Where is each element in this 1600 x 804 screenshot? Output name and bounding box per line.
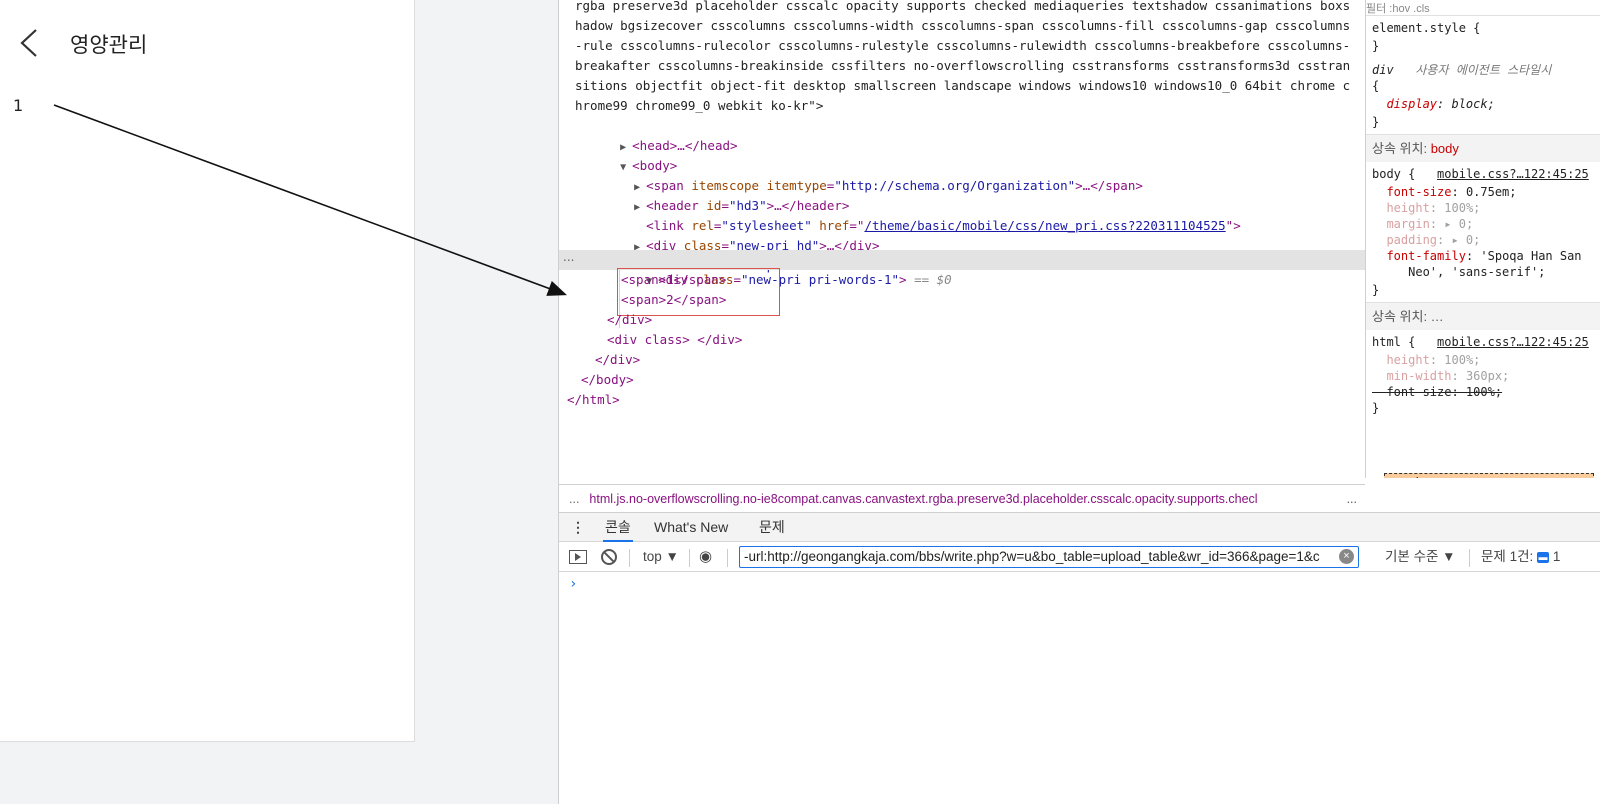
selected-marker: == $0 <box>914 272 952 287</box>
decl-height[interactable]: height: 100%; <box>1372 200 1480 216</box>
console-filter-input[interactable]: -url:http://geongangkaja.com/bbs/write.p… <box>739 546 1359 568</box>
elements-tree: rgba preserve3d placeholder csscalc opac… <box>559 0 1365 478</box>
devtools-panel: rgba preserve3d placeholder csscalc opac… <box>558 0 1600 804</box>
toolbar-divider <box>629 549 630 567</box>
class-attr-line: sitions objectfit object-fit desktop sma… <box>575 78 1351 93</box>
breadcrumb-more-button[interactable]: ... <box>1347 485 1357 512</box>
source-link[interactable]: mobile.css?…122:45:25 <box>1437 335 1589 349</box>
tab-whats-new[interactable]: What's New <box>654 513 728 542</box>
back-chevron-icon[interactable] <box>18 28 40 58</box>
element-style-rule[interactable]: element.style { <box>1372 20 1480 36</box>
class-attr-line: hadow bgsizecover csscolumns csscolumns-… <box>575 18 1351 33</box>
decl-html-font-size-overridden[interactable]: font-size: 100%; <box>1372 384 1502 400</box>
decl-padding[interactable]: padding: ▸ 0; <box>1372 232 1480 248</box>
class-attr-line: breakafter csscolumns-breakinside cssfil… <box>575 58 1351 73</box>
styles-pane: 필터 :hov .cls element.style { } div 사용자 에… <box>1365 0 1600 478</box>
breadcrumb-ellipsis[interactable]: ... <box>569 492 579 506</box>
show-sidebar-icon[interactable] <box>569 550 587 564</box>
console-prompt-icon: › <box>569 576 578 592</box>
word-span-1: 1 <box>13 96 24 115</box>
toolbar-divider <box>689 549 690 567</box>
tab-issues[interactable]: 문제 <box>759 513 785 542</box>
decl-font-family[interactable]: font-family: 'Spoqa Han San <box>1372 248 1581 264</box>
decl-html-height[interactable]: height: 100%; <box>1372 352 1480 368</box>
decl-min-width[interactable]: min-width: 360px; <box>1372 368 1509 384</box>
body-rule-header[interactable]: body { mobile.css?…122:45:25 <box>1372 166 1589 182</box>
styles-filter[interactable]: 필터 :hov .cls <box>1366 0 1600 16</box>
kebab-menu-icon[interactable]: ⋮ <box>571 513 585 542</box>
log-level-select[interactable]: 기본 수준 ▼ <box>1385 548 1456 566</box>
issues-counter[interactable]: 문제 1건: ▬ 1 <box>1481 548 1560 566</box>
html-rule-header[interactable]: html { mobile.css?…122:45:25 <box>1372 334 1589 350</box>
clear-console-icon[interactable] <box>601 549 617 565</box>
decl-font-size[interactable]: font-size: 0.75em; <box>1372 184 1516 200</box>
clear-filter-icon[interactable]: × <box>1339 549 1354 564</box>
rule-close: } <box>1372 115 1380 129</box>
breadcrumb-path[interactable]: html.js.no-overflowscrolling.no-ie8compa… <box>589 485 1319 512</box>
inherited-from-html-header: 상속 위치: … <box>1366 302 1600 330</box>
breadcrumb: ... html.js.no-overflowscrolling.no-ie8co… <box>559 484 1365 512</box>
class-attr-line: rgba preserve3d placeholder csscalc opac… <box>575 0 1351 13</box>
class-attr-line: -rule csscolumns-rulecolor csscolumns-ru… <box>575 38 1351 53</box>
rule-open: { <box>1372 79 1380 93</box>
rule-close: } <box>1372 401 1380 415</box>
inherited-from-body-header: 상속 위치: body <box>1366 134 1600 162</box>
ua-rule-header: div 사용자 에이전트 스타일시 <box>1372 63 1552 77</box>
decl-font-family-cont: Neo', 'sans-serif'; <box>1408 265 1546 279</box>
mobile-page: 영양관리 1 <box>0 0 415 742</box>
source-link[interactable]: mobile.css?…122:45:25 <box>1437 167 1589 181</box>
node-actions-ellipsis[interactable]: ... <box>563 250 574 264</box>
tab-console[interactable]: 콘솔 <box>603 513 633 542</box>
tree-node-body-close[interactable]: </body> <box>581 370 634 390</box>
box-model-diagram[interactable]: margin – border <box>1384 473 1594 478</box>
toolbar-divider <box>1469 549 1470 567</box>
live-expression-eye-icon[interactable]: ◉ <box>699 548 712 566</box>
tree-node-div-close[interactable]: </div> <box>607 310 652 330</box>
decl-margin[interactable]: margin: ▸ 0; <box>1372 216 1473 232</box>
class-attr-line: hrome99 chrome99_0 webkit ko-kr"> <box>575 98 824 113</box>
toolbar-divider <box>727 549 728 567</box>
rule-close: } <box>1372 283 1380 297</box>
ua-display-decl[interactable]: display: block; <box>1372 96 1494 112</box>
tree-node-div-empty[interactable]: <div class> </div> <box>607 330 742 350</box>
rule-close: } <box>1372 39 1380 53</box>
page-title: 영양관리 <box>70 33 148 57</box>
context-select[interactable]: top ▼ <box>643 548 679 566</box>
page-viewport: 영양관리 1 <box>0 0 558 804</box>
issue-icon: ▬ <box>1537 551 1550 563</box>
drawer-tab-bar: ⋮ 콘솔 What's New 문제 <box>559 512 1600 542</box>
tree-node-div-close[interactable]: </div> <box>595 350 640 370</box>
tree-node-html-close[interactable]: </html> <box>567 390 620 410</box>
annotation-highlight-box <box>617 268 780 316</box>
console-toolbar: top ▼ ◉ -url:http://geongangkaja.com/bbs… <box>559 542 1600 572</box>
stylesheet-link[interactable]: /theme/basic/mobile/css/new_pri.css?2203… <box>864 218 1225 233</box>
console-output[interactable]: › <box>559 572 1600 804</box>
